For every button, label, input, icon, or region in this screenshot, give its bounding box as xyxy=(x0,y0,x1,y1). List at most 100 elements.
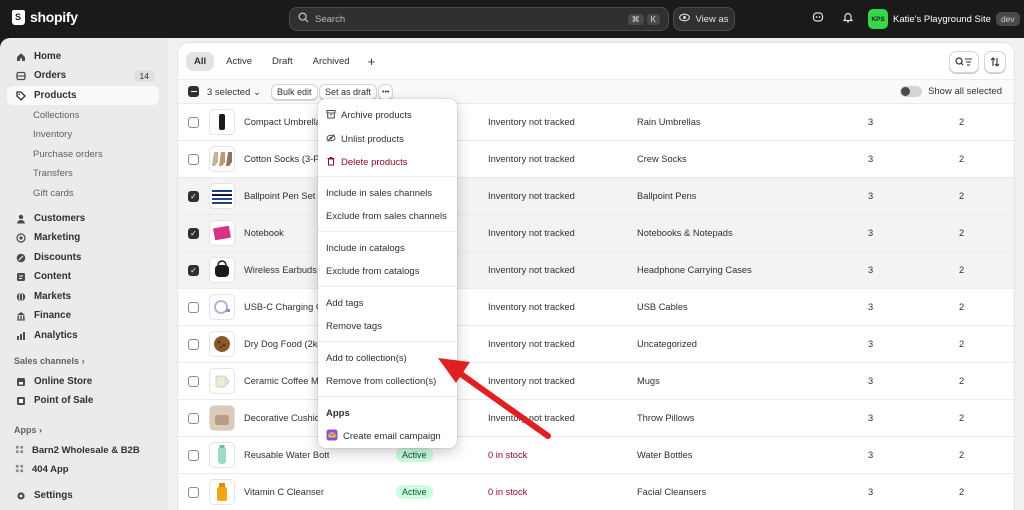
product-thumbnail[interactable] xyxy=(209,109,235,135)
menu-create-email-campaign[interactable]: Create email campaign xyxy=(326,429,441,444)
menu-add-to-collections[interactable]: Add to collection(s) xyxy=(326,353,407,364)
show-all-selected-toggle[interactable]: Show all selected xyxy=(900,86,1002,97)
product-thumbnail[interactable] xyxy=(209,331,235,357)
tab-active[interactable]: Active xyxy=(218,52,260,71)
table-row[interactable]: Compact Umbrella Inventory not tracked Rai… xyxy=(178,104,1014,141)
row-checkbox[interactable]: ✓ xyxy=(188,191,199,202)
menu-remove-tags[interactable]: Remove tags xyxy=(326,321,382,332)
status-badge: Active xyxy=(396,485,433,499)
row-checkbox[interactable] xyxy=(188,117,199,128)
store-switcher[interactable]: KPS Katie's Playground Site dev xyxy=(868,9,1020,29)
product-name[interactable]: Decorative Cushion xyxy=(244,413,329,423)
bulk-edit-button[interactable]: Bulk edit xyxy=(271,84,318,100)
sidebar-item-orders[interactable]: Orders 14 xyxy=(7,66,159,85)
more-actions-button[interactable]: ••• xyxy=(378,84,394,100)
sales-channels-heading[interactable]: Sales channels › xyxy=(14,356,85,366)
table-row[interactable]: USB-C Charging Cable Inventory not tracke… xyxy=(178,289,1014,326)
sort-button[interactable] xyxy=(984,51,1006,73)
sidebar-item-content[interactable]: Content xyxy=(7,267,159,286)
product-thumbnail[interactable] xyxy=(209,294,235,320)
sidebar-app-404[interactable]: 404 App xyxy=(7,460,159,479)
product-name[interactable]: Notebook xyxy=(244,228,329,238)
sidebar-item-analytics[interactable]: Analytics xyxy=(7,326,159,345)
sidebar-subitem-inventory[interactable]: Inventory xyxy=(33,129,72,140)
menu-archive-products[interactable]: Archive products xyxy=(326,109,412,122)
sidebar-item-point-of-sale[interactable]: Point of Sale xyxy=(7,391,159,410)
tab-draft[interactable]: Draft xyxy=(264,52,301,71)
table-row[interactable]: Decorative Cushion Inventory not tracked T… xyxy=(178,400,1014,437)
menu-include-catalogs[interactable]: Include in catalogs xyxy=(326,243,405,254)
product-name[interactable]: Ballpoint Pen Set xyxy=(244,191,329,201)
bell-icon[interactable] xyxy=(840,11,856,27)
product-name[interactable]: Cotton Socks (3-Pack) xyxy=(244,154,329,164)
menu-remove-from-collections[interactable]: Remove from collection(s) xyxy=(326,376,436,387)
product-name[interactable]: Reusable Water Bottle xyxy=(244,450,329,460)
sidebar-app-barn2[interactable]: Barn2 Wholesale & B2B xyxy=(7,441,159,460)
orders-count-badge: 14 xyxy=(133,69,155,82)
row-checkbox[interactable] xyxy=(188,376,199,387)
product-name[interactable]: Ceramic Coffee Mug xyxy=(244,376,329,386)
select-all-checkbox[interactable] xyxy=(188,86,199,97)
row-checkbox[interactable] xyxy=(188,487,199,498)
menu-exclude-sales-channels[interactable]: Exclude from sales channels xyxy=(326,211,447,222)
tab-all[interactable]: All xyxy=(186,52,215,71)
row-checkbox[interactable]: ✓ xyxy=(188,228,199,239)
menu-delete-products[interactable]: Delete products xyxy=(326,156,408,169)
sidebar-item-online-store[interactable]: Online Store xyxy=(7,372,159,391)
product-thumbnail[interactable] xyxy=(209,257,235,283)
row-checkbox[interactable] xyxy=(188,413,199,424)
row-checkbox[interactable] xyxy=(188,154,199,165)
product-thumbnail[interactable] xyxy=(209,479,235,505)
product-thumbnail[interactable] xyxy=(209,442,235,468)
product-thumbnail[interactable] xyxy=(209,146,235,172)
sidebar-subitem-transfers[interactable]: Transfers xyxy=(33,168,73,179)
menu-include-sales-channels[interactable]: Include in sales channels xyxy=(326,188,432,199)
search-bar[interactable]: Search ⌘ K xyxy=(289,7,669,31)
product-thumbnail[interactable] xyxy=(209,220,235,246)
product-name[interactable]: Compact Umbrella xyxy=(244,117,329,127)
sidebar-item-finance[interactable]: Finance xyxy=(7,306,159,325)
product-thumbnail[interactable] xyxy=(209,405,235,431)
apps-heading[interactable]: Apps › xyxy=(14,425,42,435)
sidebar-subitem-gift-cards[interactable]: Gift cards xyxy=(33,188,74,199)
sidebar-item-products[interactable]: Products xyxy=(7,86,159,105)
sidebar-item-settings[interactable]: Settings xyxy=(7,486,159,505)
product-name[interactable]: Dry Dog Food (2kg) xyxy=(244,339,329,349)
sidebar-item-marketing[interactable]: Marketing xyxy=(7,228,159,247)
sidebar-subitem-collections[interactable]: Collections xyxy=(33,110,79,121)
product-name[interactable]: Vitamin C Cleanser xyxy=(244,487,329,497)
table-row[interactable]: Vitamin C Cleanser Active 0 in stock Facial… xyxy=(178,474,1014,510)
set-as-draft-button[interactable]: Set as draft xyxy=(319,84,378,100)
menu-add-tags[interactable]: Add tags xyxy=(326,298,364,309)
sidebar-item-home[interactable]: Home xyxy=(7,47,159,66)
table-row[interactable]: ✓ Wireless Earbuds Case Inventory not trac… xyxy=(178,252,1014,289)
shopify-logo[interactable]: shopify xyxy=(12,9,78,25)
menu-exclude-catalogs[interactable]: Exclude from catalogs xyxy=(326,266,419,277)
view-as-button[interactable]: View as xyxy=(673,7,735,31)
row-checkbox[interactable]: ✓ xyxy=(188,265,199,276)
sidebar-item-markets[interactable]: Markets xyxy=(7,287,159,306)
table-row[interactable]: Ceramic Coffee Mug Inventory not tracked M… xyxy=(178,363,1014,400)
table-row[interactable]: Cotton Socks (3-Pack) Inventory not track… xyxy=(178,141,1014,178)
product-thumbnail[interactable] xyxy=(209,368,235,394)
row-checkbox[interactable] xyxy=(188,302,199,313)
table-row[interactable]: Reusable Water Bottle Active 0 in stock Wat… xyxy=(178,437,1014,474)
sidekick-icon[interactable] xyxy=(810,11,826,27)
sidebar-item-customers[interactable]: Customers xyxy=(7,209,159,228)
sidebar-subitem-purchase-orders[interactable]: Purchase orders xyxy=(33,149,103,160)
search-filter-button[interactable] xyxy=(949,51,979,73)
product-thumbnail[interactable] xyxy=(209,183,235,209)
add-view-button[interactable]: + xyxy=(362,54,382,70)
row-checkbox[interactable] xyxy=(188,450,199,461)
product-name[interactable]: USB-C Charging Cable xyxy=(244,302,329,312)
product-name[interactable]: Wireless Earbuds Case xyxy=(244,265,329,275)
selected-count-dropdown[interactable]: 3 selected ⌄ xyxy=(207,87,261,98)
row-checkbox[interactable] xyxy=(188,339,199,350)
sidebar-item-discounts[interactable]: Discounts xyxy=(7,248,159,267)
table-row[interactable]: Dry Dog Food (2kg) Inventory not tracked U… xyxy=(178,326,1014,363)
table-row[interactable]: ✓ Notebook Inventory not tracked Notebooks … xyxy=(178,215,1014,252)
toggle-switch[interactable] xyxy=(900,86,923,97)
table-row[interactable]: ✓ Ballpoint Pen Set Inventory not tracked B… xyxy=(178,178,1014,215)
tab-archived[interactable]: Archived xyxy=(305,52,358,71)
menu-unlist-products[interactable]: Unlist products xyxy=(326,133,404,146)
